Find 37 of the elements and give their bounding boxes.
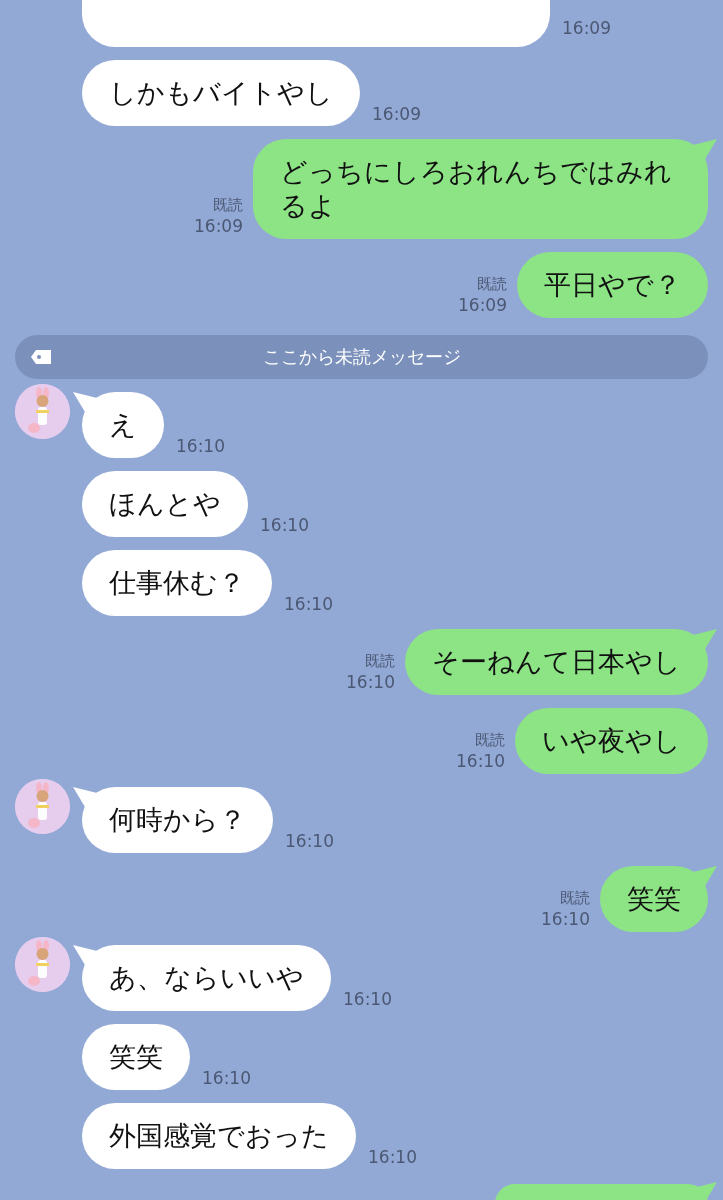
message-bubble: え xyxy=(82,392,164,458)
tag-icon xyxy=(31,350,51,364)
message-time: 16:10 xyxy=(343,989,392,1009)
message-time: 16:10 xyxy=(202,1068,251,1088)
message-time: 16:10 xyxy=(285,831,334,851)
message-bubble: 笑笑 xyxy=(82,1024,190,1090)
avatar-icon[interactable] xyxy=(15,937,70,992)
message-bubble: 笑笑 xyxy=(600,866,708,932)
avatar-icon[interactable] xyxy=(15,779,70,834)
message-time: 16:10 xyxy=(346,671,395,693)
message-time: 16:09 xyxy=(458,294,507,316)
message-bubble: そーねんて日本やし xyxy=(405,629,708,695)
message-bubble: ほんとや xyxy=(82,471,248,537)
message-time: 16:09 xyxy=(372,104,421,124)
unread-label: ここから未読メッセージ xyxy=(262,345,461,369)
read-receipt: 既読 xyxy=(560,888,590,908)
read-receipt: 既読 xyxy=(365,651,395,671)
message-bubble: あ、ならいいや xyxy=(82,945,331,1011)
message-bubble: 仕事休む？ xyxy=(82,550,272,616)
message-bubble: 外国感覚でおった xyxy=(82,1103,356,1169)
message-bubble: いや夜やし xyxy=(515,708,708,774)
message-time: 16:10 xyxy=(368,1147,417,1167)
message-time: 16:10 xyxy=(456,750,505,772)
read-receipt: 既読 xyxy=(477,274,507,294)
message-time: 16:10 xyxy=(541,908,590,930)
message-bubble: しかもバイトやし xyxy=(82,60,360,126)
message-bubble: 何時から？ xyxy=(82,787,273,853)
read-receipt: 既読 xyxy=(475,730,505,750)
message-bubble: 平日やで？ xyxy=(517,252,708,318)
read-receipt: 既読 xyxy=(213,195,243,215)
message-time: 16:10 xyxy=(260,515,309,535)
message-time: 16:10 xyxy=(176,436,225,456)
message-time: 16:09 xyxy=(194,215,243,237)
message-time: 16:09 xyxy=(562,18,611,38)
message-bubble: どっちにしろおれんちではみれるよ xyxy=(253,139,708,239)
avatar-icon[interactable] xyxy=(15,384,70,439)
message-time: 16:10 xyxy=(284,594,333,614)
